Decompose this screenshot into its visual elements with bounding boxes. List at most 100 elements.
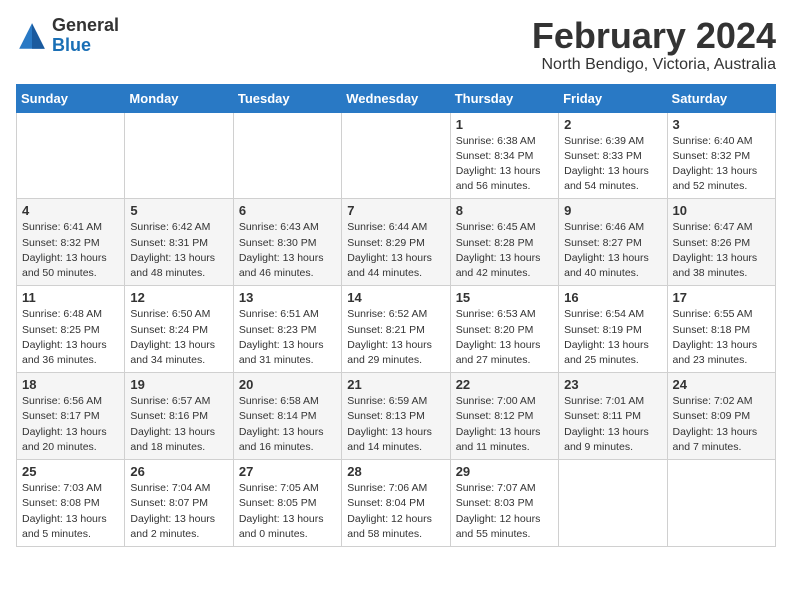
weekday-header-row: SundayMondayTuesdayWednesdayThursdayFrid… [17,84,776,112]
calendar-cell: 23Sunrise: 7:01 AM Sunset: 8:11 PM Dayli… [559,373,667,460]
logo: General Blue [16,16,119,56]
day-info: Sunrise: 6:57 AM Sunset: 8:16 PM Dayligh… [130,394,227,455]
calendar-cell: 16 Sunrise: 6:54 AM Sunset: 8:19 PM Dayli… [559,286,667,373]
day-info: Sunrise: 6:58 AM Sunset: 8:14 PM Dayligh… [239,394,336,455]
day-info: Sunrise: 6:44 AM Sunset: 8:29 PM Dayligh… [347,220,444,281]
day-info: Sunrise: 6:41 AM Sunset: 8:32 PM Dayligh… [22,220,119,281]
week-row-1: 1Sunrise: 6:38 AM Sunset: 8:34 PM Daylig… [17,112,776,199]
calendar-cell: 26 Sunrise: 7:04 AM Sunset: 8:07 PM Dayli… [125,460,233,547]
day-number: 11 [22,290,119,305]
weekday-header-thursday: Thursday [450,84,558,112]
week-row-4: 18 Sunrise: 6:56 AM Sunset: 8:17 PM Dayli… [17,373,776,460]
day-number: 9 [564,203,661,218]
day-info: Sunrise: 6:42 AM Sunset: 8:31 PM Dayligh… [130,220,227,281]
day-info: Sunrise: 6:50 AM Sunset: 8:24 PM Dayligh… [130,307,227,368]
day-number: 16 [564,290,661,305]
logo-general: General [52,15,119,35]
day-info: Sunrise: 7:05 AM Sunset: 8:05 PM Dayligh… [239,481,336,542]
day-number: 12 [130,290,227,305]
calendar-cell [667,460,775,547]
day-number: 26 [130,464,227,479]
day-info: Sunrise: 6:48 AM Sunset: 8:25 PM Dayligh… [22,307,119,368]
calendar-cell: 10Sunrise: 6:47 AM Sunset: 8:26 PM Dayli… [667,199,775,286]
calendar-cell: 21Sunrise: 6:59 AM Sunset: 8:13 PM Dayli… [342,373,450,460]
calendar-cell [233,112,341,199]
day-info: Sunrise: 6:54 AM Sunset: 8:19 PM Dayligh… [564,307,661,368]
week-row-3: 11 Sunrise: 6:48 AM Sunset: 8:25 PM Dayli… [17,286,776,373]
calendar-cell: 27Sunrise: 7:05 AM Sunset: 8:05 PM Dayli… [233,460,341,547]
day-number: 14 [347,290,444,305]
calendar-cell: 14 Sunrise: 6:52 AM Sunset: 8:21 PM Dayli… [342,286,450,373]
day-number: 2 [564,117,661,132]
calendar-cell: 15 Sunrise: 6:53 AM Sunset: 8:20 PM Dayli… [450,286,558,373]
logo-icon [16,20,48,52]
day-info: Sunrise: 6:40 AM Sunset: 8:32 PM Dayligh… [673,134,770,195]
day-number: 4 [22,203,119,218]
calendar-cell: 9 Sunrise: 6:46 AM Sunset: 8:27 PM Daylig… [559,199,667,286]
day-number: 13 [239,290,336,305]
calendar-cell: 11 Sunrise: 6:48 AM Sunset: 8:25 PM Dayli… [17,286,125,373]
day-info: Sunrise: 7:04 AM Sunset: 8:07 PM Dayligh… [130,481,227,542]
calendar-cell [559,460,667,547]
day-info: Sunrise: 6:46 AM Sunset: 8:27 PM Dayligh… [564,220,661,281]
day-number: 17 [673,290,770,305]
day-number: 6 [239,203,336,218]
weekday-header-friday: Friday [559,84,667,112]
day-info: Sunrise: 6:55 AM Sunset: 8:18 PM Dayligh… [673,307,770,368]
calendar-cell: 5 Sunrise: 6:42 AM Sunset: 8:31 PM Daylig… [125,199,233,286]
month-year: February 2024 [532,16,776,56]
day-info: Sunrise: 6:51 AM Sunset: 8:23 PM Dayligh… [239,307,336,368]
calendar-cell: 3 Sunrise: 6:40 AM Sunset: 8:32 PM Daylig… [667,112,775,199]
weekday-header-tuesday: Tuesday [233,84,341,112]
calendar-cell: 29Sunrise: 7:07 AM Sunset: 8:03 PM Dayli… [450,460,558,547]
calendar-cell: 24 Sunrise: 7:02 AM Sunset: 8:09 PM Dayli… [667,373,775,460]
day-number: 8 [456,203,553,218]
day-number: 25 [22,464,119,479]
calendar-cell: 4 Sunrise: 6:41 AM Sunset: 8:32 PM Daylig… [17,199,125,286]
day-number: 24 [673,377,770,392]
calendar-cell [125,112,233,199]
calendar-cell: 25Sunrise: 7:03 AM Sunset: 8:08 PM Dayli… [17,460,125,547]
calendar-cell [17,112,125,199]
calendar-cell: 22Sunrise: 7:00 AM Sunset: 8:12 PM Dayli… [450,373,558,460]
day-info: Sunrise: 6:38 AM Sunset: 8:34 PM Dayligh… [456,134,553,195]
day-number: 15 [456,290,553,305]
calendar-cell: 1Sunrise: 6:38 AM Sunset: 8:34 PM Daylig… [450,112,558,199]
calendar-cell: 8 Sunrise: 6:45 AM Sunset: 8:28 PM Daylig… [450,199,558,286]
day-number: 3 [673,117,770,132]
weekday-header-saturday: Saturday [667,84,775,112]
calendar-cell: 19 Sunrise: 6:57 AM Sunset: 8:16 PM Dayli… [125,373,233,460]
week-row-2: 4 Sunrise: 6:41 AM Sunset: 8:32 PM Daylig… [17,199,776,286]
day-info: Sunrise: 7:06 AM Sunset: 8:04 PM Dayligh… [347,481,444,542]
day-number: 5 [130,203,227,218]
calendar-table: SundayMondayTuesdayWednesdayThursdayFrid… [16,84,776,547]
calendar-cell: 7 Sunrise: 6:44 AM Sunset: 8:29 PM Daylig… [342,199,450,286]
day-info: Sunrise: 6:45 AM Sunset: 8:28 PM Dayligh… [456,220,553,281]
day-number: 18 [22,377,119,392]
calendar-cell: 13 Sunrise: 6:51 AM Sunset: 8:23 PM Dayli… [233,286,341,373]
day-number: 10 [673,203,770,218]
title-area: February 2024 North Bendigo, Victoria, A… [532,16,776,74]
day-info: Sunrise: 6:43 AM Sunset: 8:30 PM Dayligh… [239,220,336,281]
day-info: Sunrise: 7:02 AM Sunset: 8:09 PM Dayligh… [673,394,770,455]
calendar-cell: 28 Sunrise: 7:06 AM Sunset: 8:04 PM Dayli… [342,460,450,547]
day-info: Sunrise: 7:01 AM Sunset: 8:11 PM Dayligh… [564,394,661,455]
calendar-cell: 2Sunrise: 6:39 AM Sunset: 8:33 PM Daylig… [559,112,667,199]
calendar-cell: 20 Sunrise: 6:58 AM Sunset: 8:14 PM Dayli… [233,373,341,460]
day-number: 7 [347,203,444,218]
day-info: Sunrise: 6:56 AM Sunset: 8:17 PM Dayligh… [22,394,119,455]
day-number: 22 [456,377,553,392]
calendar-cell: 6 Sunrise: 6:43 AM Sunset: 8:30 PM Daylig… [233,199,341,286]
week-row-5: 25Sunrise: 7:03 AM Sunset: 8:08 PM Dayli… [17,460,776,547]
day-number: 19 [130,377,227,392]
day-info: Sunrise: 7:07 AM Sunset: 8:03 PM Dayligh… [456,481,553,542]
day-info: Sunrise: 6:53 AM Sunset: 8:20 PM Dayligh… [456,307,553,368]
header: General Blue February 2024 North Bendigo… [16,16,776,74]
calendar-cell: 17 Sunrise: 6:55 AM Sunset: 8:18 PM Dayli… [667,286,775,373]
weekday-header-wednesday: Wednesday [342,84,450,112]
day-info: Sunrise: 6:52 AM Sunset: 8:21 PM Dayligh… [347,307,444,368]
day-info: Sunrise: 6:59 AM Sunset: 8:13 PM Dayligh… [347,394,444,455]
weekday-header-sunday: Sunday [17,84,125,112]
day-number: 28 [347,464,444,479]
day-number: 20 [239,377,336,392]
